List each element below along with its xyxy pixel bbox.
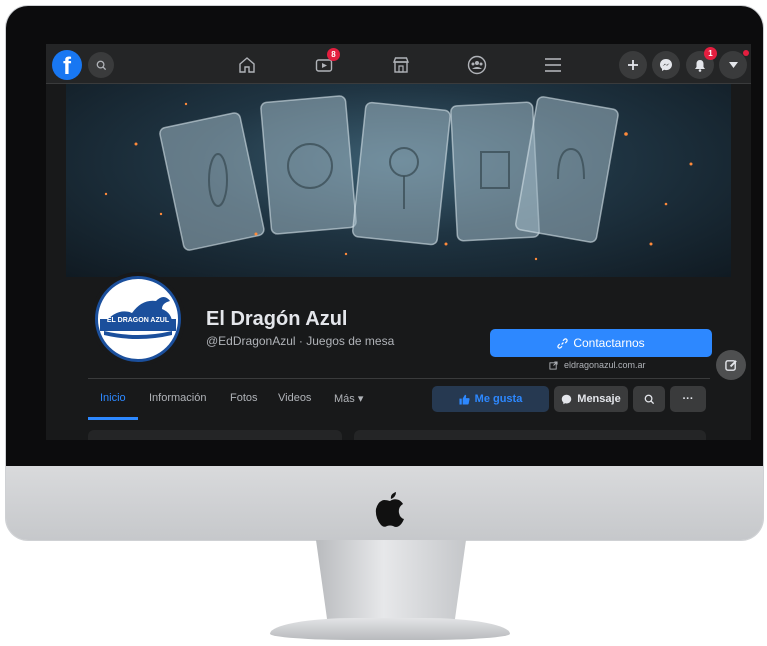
tab-videos[interactable]: Videos <box>278 392 311 404</box>
edit-icon <box>724 359 737 371</box>
profile-picture[interactable]: EL DRAGON AZUL <box>91 272 185 366</box>
cover-tarot-cards-image <box>104 95 693 261</box>
page-logo: EL DRAGON AZUL <box>95 276 181 362</box>
screen-bezel: f 8 1 EL DRAGON AZUL El Dragón Azul @EdD… <box>6 6 763 466</box>
messenger-icon <box>660 59 672 71</box>
page-search-button[interactable] <box>633 386 665 412</box>
tab-inicio[interactable]: Inicio <box>100 392 126 404</box>
more-options-label: ··· <box>682 393 694 405</box>
account-button[interactable] <box>719 50 749 79</box>
contact-button[interactable]: Contactarnos <box>490 329 712 357</box>
search-button[interactable] <box>88 52 114 78</box>
header-divider <box>88 378 710 379</box>
groups-icon <box>467 55 487 75</box>
left-content-card <box>88 430 342 440</box>
marketplace-nav-button[interactable] <box>388 52 414 78</box>
like-button-label: Me gusta <box>474 393 523 405</box>
account-caret-icon <box>728 62 738 68</box>
messenger-icon <box>562 394 572 404</box>
menu-icon <box>545 58 561 72</box>
create-plus-icon <box>628 60 638 70</box>
contact-button-label: Contactarnos <box>573 336 645 350</box>
menu-nav-button[interactable] <box>540 52 566 78</box>
facebook-page-screen: f 8 1 EL DRAGON AZUL El Dragón Azul @EdD… <box>46 44 751 440</box>
monitor-stand-neck <box>316 540 466 626</box>
marketplace-icon <box>392 57 410 73</box>
home-nav-button[interactable] <box>234 52 260 78</box>
edit-page-button[interactable] <box>716 350 746 380</box>
notifications-button[interactable]: 1 <box>686 47 717 79</box>
search-icon <box>644 394 654 404</box>
link-icon <box>557 337 568 349</box>
create-button[interactable] <box>619 51 647 79</box>
watch-badge: 8 <box>327 48 340 61</box>
watch-nav-button[interactable]: 8 <box>311 48 340 78</box>
apple-logo-icon <box>375 492 404 527</box>
page-logo-text: EL DRAGON AZUL <box>106 317 170 324</box>
tab-informacion[interactable]: Información <box>149 392 206 404</box>
website-url: eldragonazul.com.ar <box>564 360 646 370</box>
page-handle-category: @EdDragonAzul · Juegos de mesa <box>206 334 395 348</box>
account-alert-dot <box>743 50 749 56</box>
website-link[interactable]: eldragonazul.com.ar <box>549 360 646 370</box>
tab-mas[interactable]: Más ▾ <box>334 392 363 405</box>
top-navigation-bar: f 8 1 <box>46 44 751 84</box>
imac-monitor: f 8 1 EL DRAGON AZUL El Dragón Azul @EdD… <box>6 6 763 540</box>
monitor-stand-base <box>270 618 510 640</box>
like-button[interactable]: Me gusta <box>432 386 549 412</box>
right-content-card <box>354 430 706 440</box>
active-tab-indicator <box>88 417 138 420</box>
home-icon <box>239 57 255 73</box>
thumbs-up-icon <box>459 394 470 405</box>
search-icon <box>96 60 106 70</box>
monitor-chin <box>6 466 763 540</box>
facebook-logo[interactable]: f <box>52 50 82 80</box>
external-link-icon <box>549 360 558 370</box>
tab-fotos[interactable]: Fotos <box>230 392 258 404</box>
page-title: El Dragón Azul <box>206 308 348 330</box>
more-options-button[interactable]: ··· <box>670 386 706 412</box>
message-button[interactable]: Mensaje <box>554 386 628 412</box>
messenger-button[interactable] <box>652 51 680 79</box>
cover-photo[interactable] <box>66 84 731 277</box>
groups-nav-button[interactable] <box>464 52 490 78</box>
message-button-label: Mensaje <box>577 393 621 405</box>
notifications-badge: 1 <box>704 47 717 60</box>
notifications-icon <box>695 59 705 72</box>
